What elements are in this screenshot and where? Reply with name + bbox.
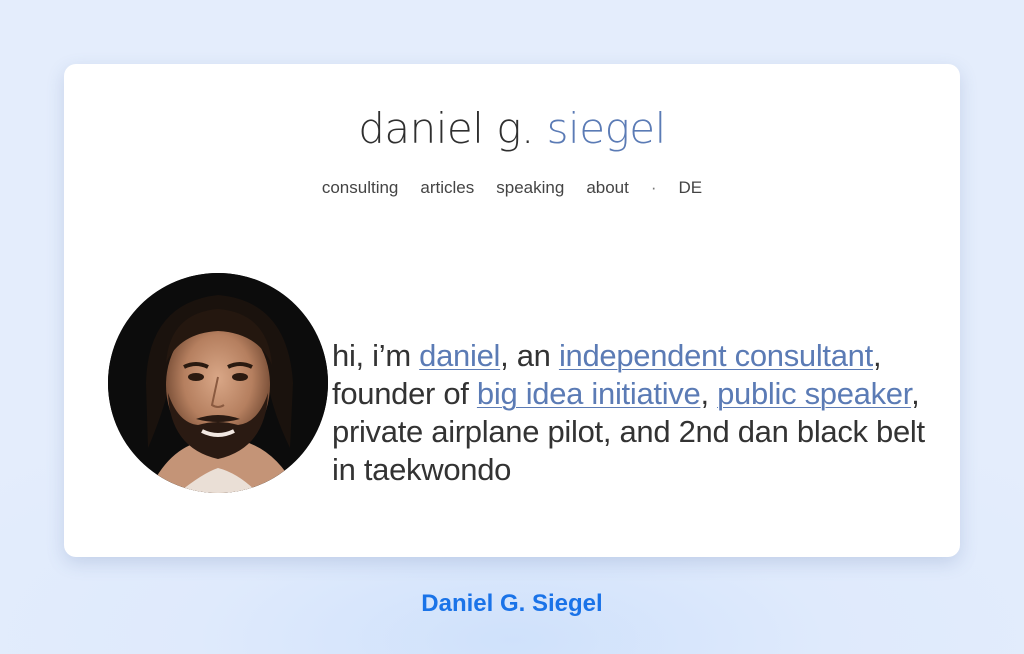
intro-text-part: , — [700, 376, 718, 411]
main-nav: consulting articles speaking about · DE — [64, 178, 960, 198]
nav-item-about[interactable]: about — [586, 178, 629, 198]
language-switch-de[interactable]: DE — [679, 178, 703, 198]
site-title-last: siegel — [546, 104, 667, 153]
nav-item-consulting[interactable]: consulting — [322, 178, 399, 198]
website-card: daniel g. siegel consulting articles spe… — [64, 64, 960, 557]
site-title-first: daniel g. — [358, 104, 534, 153]
nav-separator: · — [650, 178, 657, 197]
site-title[interactable]: daniel g. siegel — [64, 104, 960, 153]
intro-text-part: , an — [500, 338, 559, 373]
portrait-photo — [108, 273, 328, 493]
caption-title: Daniel G. Siegel — [421, 590, 603, 617]
nav-item-speaking[interactable]: speaking — [496, 178, 564, 198]
intro-text-part: hi, i’m — [332, 338, 420, 373]
link-independent-consultant[interactable]: independent consultant — [559, 338, 873, 373]
link-daniel[interactable]: daniel — [419, 338, 500, 373]
intro-text: hi, i’m daniel, an independent consultan… — [332, 337, 942, 489]
avatar — [108, 273, 328, 493]
link-big-idea-initiative[interactable]: big idea initiative — [477, 376, 701, 411]
nav-item-articles[interactable]: articles — [420, 178, 474, 198]
link-public-speaker[interactable]: public speaker — [717, 376, 911, 411]
